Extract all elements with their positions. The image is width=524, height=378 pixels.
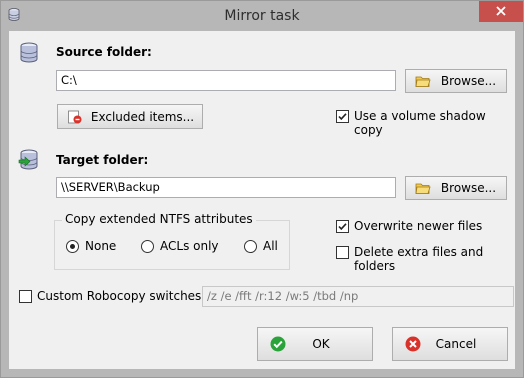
- database-icon: [20, 42, 38, 63]
- delete-extra-label: Delete extra files and folders: [354, 245, 484, 273]
- folder-open-icon: [415, 183, 431, 194]
- close-icon: [496, 6, 506, 16]
- excluded-items-button[interactable]: Excluded items...: [57, 104, 203, 129]
- cancel-button[interactable]: Cancel: [392, 327, 508, 361]
- ntfs-acls-label: ACLs only: [160, 239, 219, 253]
- title-bar[interactable]: Mirror task: [1, 1, 523, 31]
- delete-extra-checkbox[interactable]: [336, 246, 349, 259]
- overwrite-newer-checkbox[interactable]: [336, 220, 349, 233]
- ntfs-none-radio[interactable]: [66, 240, 79, 253]
- cancel-label: Cancel: [435, 337, 477, 351]
- source-browse-button[interactable]: Browse...: [405, 69, 507, 93]
- excluded-icon: [68, 110, 82, 123]
- folder-open-icon: [415, 76, 431, 87]
- ok-button[interactable]: OK: [257, 327, 373, 361]
- check-icon: [338, 223, 347, 231]
- close-button[interactable]: [479, 1, 523, 22]
- dialog-body: Source folder: C:\ Browse... Excluded it…: [9, 31, 515, 369]
- target-path-input[interactable]: \\SERVER\Backup: [56, 177, 396, 198]
- ok-label: OK: [312, 337, 330, 351]
- selected-dot: [70, 244, 75, 249]
- target-folder-label: Target folder:: [56, 153, 149, 167]
- ntfs-acls-radio[interactable]: [141, 240, 154, 253]
- check-icon: [338, 113, 347, 121]
- ntfs-all-label: All: [263, 239, 278, 253]
- robocopy-switches-input[interactable]: /z /e /fft /r:12 /w:5 /tbd /np: [202, 286, 514, 307]
- source-browse-label: Browse...: [440, 74, 497, 88]
- shadow-copy-label: Use a volume shadow copy: [354, 109, 486, 137]
- target-browse-button[interactable]: Browse...: [405, 176, 507, 200]
- custom-robocopy-checkbox[interactable]: [19, 290, 32, 303]
- source-path-input[interactable]: C:\: [56, 70, 396, 91]
- target-browse-label: Browse...: [440, 181, 497, 195]
- source-folder-label: Source folder:: [56, 45, 152, 59]
- database-target-icon: [18, 149, 38, 170]
- shadow-copy-checkbox[interactable]: [336, 110, 349, 123]
- excluded-items-label: Excluded items...: [90, 109, 195, 124]
- mirror-task-dialog: Mirror task Source folder: C:\ Browse...: [0, 0, 524, 378]
- ntfs-attributes-legend: Copy extended NTFS attributes: [62, 212, 256, 226]
- ok-check-icon: [270, 336, 286, 352]
- custom-robocopy-label: Custom Robocopy switches:: [37, 289, 206, 303]
- ntfs-none-label: None: [85, 239, 117, 253]
- overwrite-newer-label: Overwrite newer files: [354, 219, 483, 233]
- window-title: Mirror task: [224, 8, 300, 24]
- cancel-x-icon: [405, 336, 421, 352]
- ntfs-all-radio[interactable]: [244, 240, 257, 253]
